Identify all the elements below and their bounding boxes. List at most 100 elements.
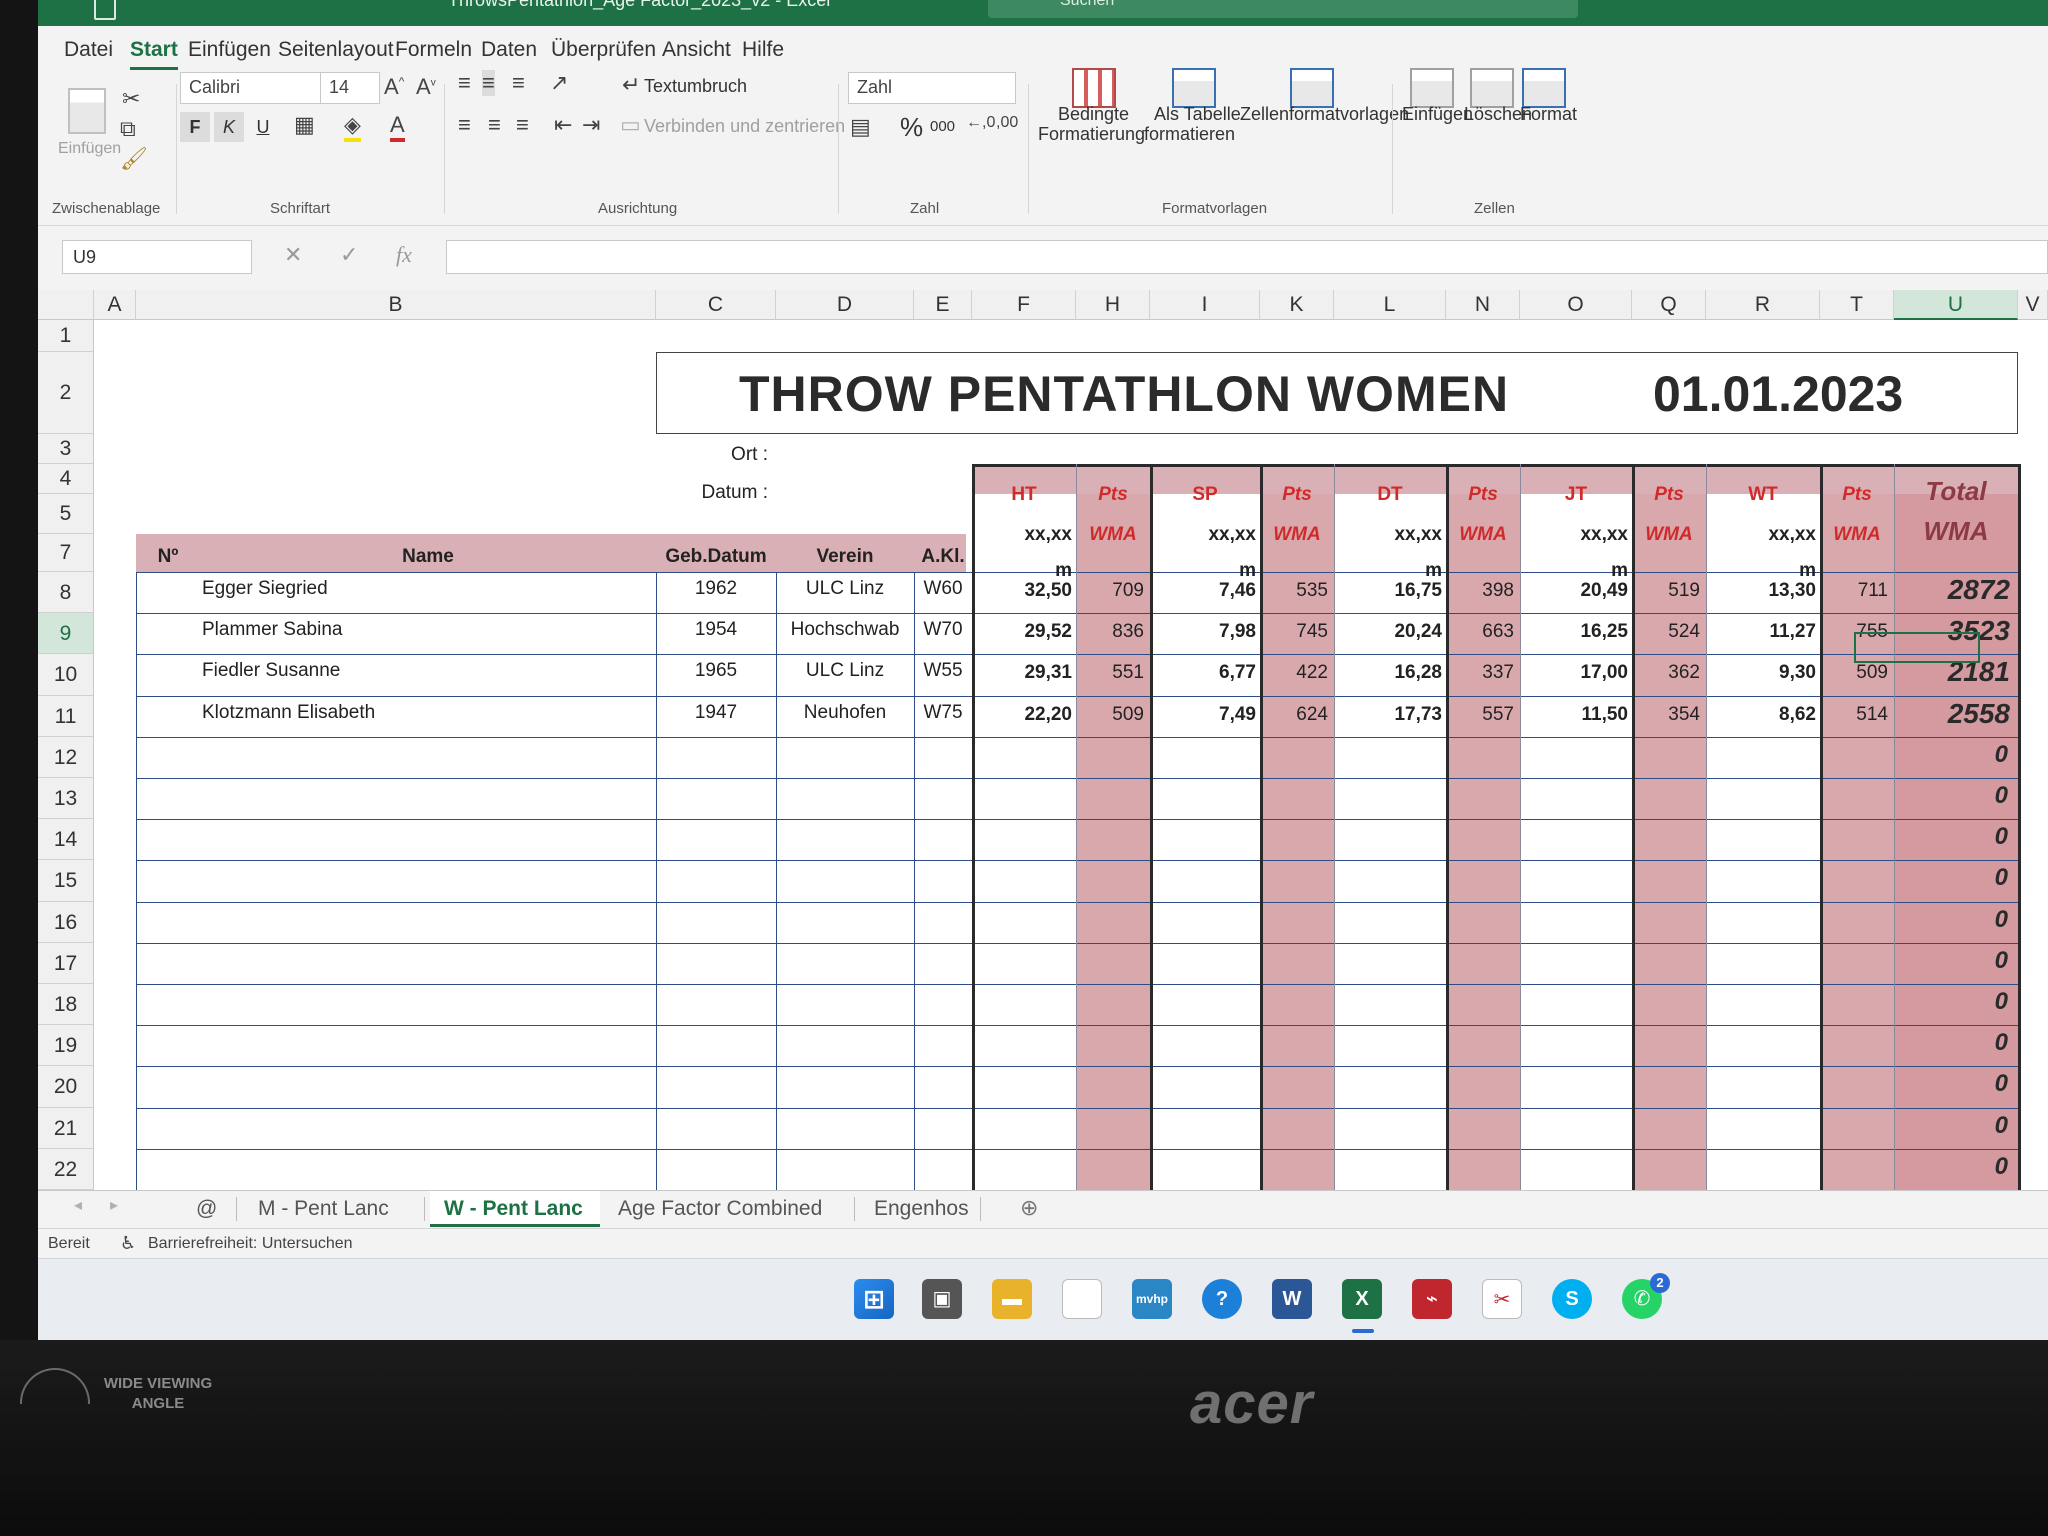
save-icon[interactable] <box>94 0 116 20</box>
tab-m-pent-lanc[interactable]: M - Pent Lanc <box>244 1191 403 1227</box>
row-header-19[interactable]: 19 <box>38 1025 94 1067</box>
menu-seitenlayout[interactable]: Seitenlayout <box>278 38 394 62</box>
column-header-f[interactable]: F <box>972 290 1076 320</box>
column-header-u[interactable]: U <box>1894 290 2018 320</box>
row-header-8[interactable]: 8 <box>38 572 94 614</box>
column-header-e[interactable]: E <box>914 290 972 320</box>
row-header-20[interactable]: 20 <box>38 1066 94 1108</box>
file-explorer-icon[interactable]: ▬ <box>992 1279 1032 1319</box>
delete-cells-icon[interactable] <box>1470 68 1514 108</box>
format-cells-button[interactable]: Format <box>1520 104 1577 125</box>
number-format-select[interactable]: Zahl <box>848 72 1016 104</box>
column-header-b[interactable]: B <box>136 290 656 320</box>
row-header-5[interactable]: 5 <box>38 494 94 534</box>
insert-cells-button[interactable]: Einfügen <box>1402 104 1473 125</box>
row-header-14[interactable]: 14 <box>38 819 94 861</box>
increase-indent-icon[interactable]: ⇥ <box>582 112 600 138</box>
menu-start[interactable]: Start <box>130 38 178 70</box>
column-header-d[interactable]: D <box>776 290 914 320</box>
italic-button[interactable]: K <box>214 112 244 142</box>
paste-icon[interactable] <box>68 88 106 134</box>
merge-icon[interactable]: ▭ <box>620 112 641 138</box>
decrease-indent-icon[interactable]: ⇤ <box>554 112 572 138</box>
formula-input[interactable] <box>446 240 2048 274</box>
conditional-formatting-icon[interactable] <box>1072 68 1116 108</box>
column-header-c[interactable]: C <box>656 290 776 320</box>
menu-einfuegen[interactable]: Einfügen <box>188 38 271 62</box>
menu-ansicht[interactable]: Ansicht <box>662 38 731 62</box>
row-header-3[interactable]: 3 <box>38 434 94 464</box>
percent-button[interactable]: % <box>900 112 923 143</box>
snipping-tool-icon[interactable]: ✂ <box>1482 1279 1522 1319</box>
format-as-table-icon[interactable] <box>1172 68 1216 108</box>
row-header-7[interactable]: 7 <box>38 534 94 572</box>
tab-at[interactable]: @ <box>182 1191 231 1227</box>
wrap-text-button[interactable]: Textumbruch <box>644 76 747 97</box>
tab-age-factor-combined[interactable]: Age Factor Combined <box>604 1191 836 1227</box>
windows-start-icon[interactable]: ⊞ <box>854 1279 894 1319</box>
conditional-formatting-button[interactable]: Bedingte <box>1058 104 1129 125</box>
decrease-decimal-icon[interactable]: ,00 <box>996 114 1018 132</box>
align-center-icon[interactable]: ≡ <box>488 112 501 138</box>
column-header-i[interactable]: I <box>1150 290 1260 320</box>
row-header-9[interactable]: 9 <box>38 613 94 655</box>
underline-button[interactable]: U <box>248 112 278 142</box>
select-all-corner[interactable] <box>38 290 94 320</box>
font-size-select[interactable]: 14 <box>320 72 380 104</box>
column-header-n[interactable]: N <box>1446 290 1520 320</box>
tab-w-pent-lanc[interactable]: W - Pent Lanc <box>430 1191 600 1227</box>
row-header-21[interactable]: 21 <box>38 1107 94 1149</box>
worksheet-grid[interactable]: ABCDEFHIKLNOQRTUV 1 2 3 4 5 7 8 9 10 11 12 13 14 15 16… <box>38 290 2048 1191</box>
column-header-k[interactable]: K <box>1260 290 1334 320</box>
column-header-h[interactable]: H <box>1076 290 1150 320</box>
row-header-16[interactable]: 16 <box>38 901 94 943</box>
fill-color-icon[interactable]: ◈ <box>344 112 361 142</box>
enter-icon[interactable]: ✓ <box>340 242 358 268</box>
merge-center-button[interactable]: Verbinden und zentrieren <box>644 116 845 137</box>
bold-button[interactable]: F <box>180 112 210 142</box>
format-cells-icon[interactable] <box>1522 68 1566 108</box>
font-color-icon[interactable]: A <box>390 112 405 142</box>
menu-hilfe[interactable]: Hilfe <box>742 38 784 62</box>
tab-scroll-right-icon[interactable]: ▸ <box>110 1195 118 1215</box>
task-view-icon[interactable]: ▣ <box>922 1279 962 1319</box>
insert-function-icon[interactable]: fx <box>396 242 412 268</box>
cell-styles-icon[interactable] <box>1290 68 1334 108</box>
column-header-r[interactable]: R <box>1706 290 1820 320</box>
menu-datei[interactable]: Datei <box>64 38 113 62</box>
help-icon[interactable]: ? <box>1202 1279 1242 1319</box>
accessibility-check[interactable]: Barrierefreiheit: Untersuchen <box>148 1235 353 1253</box>
align-right-icon[interactable]: ≡ <box>516 112 529 138</box>
cut-icon[interactable]: ✂ <box>122 86 140 112</box>
currency-icon[interactable]: ▤ <box>850 114 871 140</box>
acrobat-icon[interactable]: ⌁ <box>1412 1279 1452 1319</box>
menu-ueberpruefen[interactable]: Überprüfen <box>551 38 656 62</box>
row-header-18[interactable]: 18 <box>38 984 94 1026</box>
tab-engenhos[interactable]: Engenhos <box>860 1191 983 1227</box>
paste-button[interactable]: Einfügen <box>58 140 121 158</box>
menu-daten[interactable]: Daten <box>481 38 537 62</box>
align-top-icon[interactable]: ≡ <box>458 70 471 96</box>
column-header-o[interactable]: O <box>1520 290 1632 320</box>
row-header-17[interactable]: 17 <box>38 942 94 984</box>
app-mvhp-icon[interactable]: mvhp <box>1132 1279 1172 1319</box>
row-header-2[interactable]: 2 <box>38 352 94 434</box>
thousands-button[interactable]: 000 <box>930 118 955 135</box>
increase-decimal-icon[interactable]: ←,0 <box>966 114 995 132</box>
insert-cells-icon[interactable] <box>1410 68 1454 108</box>
orientation-icon[interactable]: ↗ <box>550 70 568 96</box>
column-header-v[interactable]: V <box>2018 290 2048 320</box>
column-header-l[interactable]: L <box>1334 290 1446 320</box>
selected-cell-u9[interactable] <box>1854 632 1980 663</box>
cell-styles-button[interactable]: Zellenformatvorlagen <box>1240 104 1409 125</box>
menu-formeln[interactable]: Formeln <box>395 38 472 62</box>
grow-font-icon[interactable]: A^ <box>384 74 404 100</box>
skype-icon[interactable]: S <box>1552 1279 1592 1319</box>
column-header-q[interactable]: Q <box>1632 290 1706 320</box>
copy-icon[interactable]: ⧉ <box>120 116 136 142</box>
notepad-icon[interactable] <box>1062 1279 1102 1319</box>
row-header-15[interactable]: 15 <box>38 860 94 902</box>
align-bottom-icon[interactable]: ≡ <box>512 70 525 96</box>
column-header-t[interactable]: T <box>1820 290 1894 320</box>
add-sheet-icon[interactable]: ⊕ <box>1020 1195 1038 1221</box>
